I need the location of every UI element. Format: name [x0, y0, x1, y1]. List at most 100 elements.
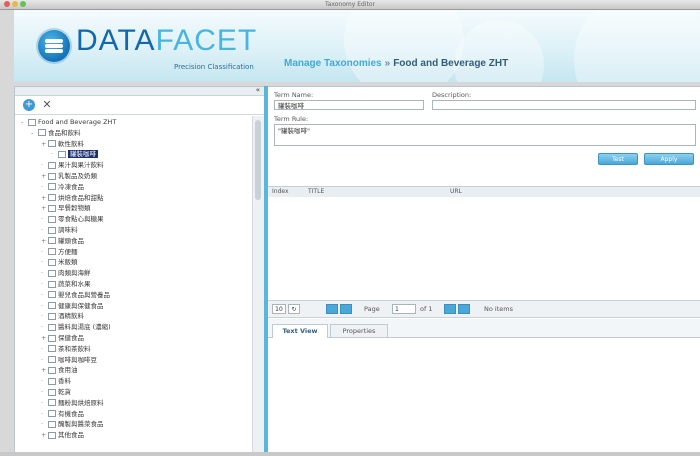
term-node-icon: [48, 204, 56, 212]
tree-item[interactable]: · 醬料與湯底 (濃縮): [41, 322, 111, 332]
tree-line-icon: ·: [41, 312, 44, 321]
column-header-title[interactable]: TITLE: [308, 187, 324, 197]
page-label: Page: [364, 305, 380, 313]
expand-icon[interactable]: +: [41, 365, 47, 375]
tree-item-label: 乳製品及奶類: [58, 172, 97, 180]
tree-line-icon: ·: [41, 323, 44, 332]
tree-line-icon: ·: [41, 215, 44, 224]
tree-item[interactable]: + 罐頭食品: [41, 236, 84, 246]
banner-decoration: [454, 20, 544, 82]
tree-item[interactable]: · 酒精飲料: [41, 311, 84, 321]
tree-item[interactable]: · 蔬菜和水果: [41, 279, 91, 289]
tree-item[interactable]: + 乳製品及奶類: [41, 171, 97, 181]
term-node-icon: [48, 410, 56, 418]
tab-bar: Text View Properties: [268, 319, 700, 338]
breadcrumb-manage-taxonomies-link[interactable]: Manage Taxonomies: [284, 58, 382, 69]
refresh-button[interactable]: ↻: [288, 304, 300, 314]
tree-item[interactable]: · 醃製與醬菜食品: [41, 419, 104, 429]
tree-scrollbar[interactable]: [252, 116, 264, 453]
tree-line-icon: ·: [41, 290, 44, 299]
expand-icon[interactable]: +: [41, 333, 47, 343]
next-page-button[interactable]: [444, 304, 456, 314]
term-node-icon: [48, 161, 56, 169]
tree-item-label: 早餐穀物類: [58, 204, 91, 213]
term-node-icon: [48, 399, 56, 407]
term-node-icon: [48, 366, 56, 374]
page-number-input[interactable]: 1: [392, 304, 416, 314]
tree-line-icon: ·: [51, 150, 54, 159]
expand-icon[interactable]: +: [41, 236, 47, 246]
detail-tabs: Text View Properties: [268, 319, 700, 453]
tree-item[interactable]: · 茶和茶飲料: [41, 344, 91, 354]
tree-scrollbar-thumb[interactable]: [255, 120, 261, 200]
description-input[interactable]: [432, 100, 696, 110]
tab-content: [268, 338, 700, 453]
tab-text-view[interactable]: Text View: [272, 324, 328, 338]
tree-item-label: 咖啡與咖啡豆: [58, 355, 97, 364]
column-header-index[interactable]: Index: [272, 187, 289, 197]
tree-item[interactable]: · 有機食品: [41, 409, 84, 419]
tree-item[interactable]: · 肉類與海鮮: [41, 268, 91, 278]
expand-icon[interactable]: +: [41, 203, 47, 213]
apply-button[interactable]: Apply: [644, 153, 694, 165]
page-count-label: of 1: [420, 305, 433, 313]
brand-logo-text: DATAFACET: [76, 24, 257, 58]
expand-icon[interactable]: +: [41, 171, 47, 181]
first-page-button[interactable]: [326, 304, 338, 314]
page-size-select[interactable]: 10: [272, 304, 286, 314]
expand-icon[interactable]: +: [41, 193, 47, 203]
tree-item-label: 食品和飲料: [48, 128, 81, 137]
tree-item[interactable]: · 果汁與果汁飲料: [41, 160, 104, 170]
test-button[interactable]: Test: [598, 153, 638, 165]
tree-item-selected[interactable]: · 罐裝咖啡: [51, 149, 98, 159]
term-node-icon: [48, 237, 56, 245]
tree-item[interactable]: · 米飯類: [41, 257, 78, 267]
tree-item[interactable]: + 食用油: [41, 365, 78, 375]
tree-item-label: 果汁與果汁飲料: [58, 161, 104, 170]
term-node-icon: [48, 377, 56, 385]
term-node-icon: [48, 431, 56, 439]
tree-item[interactable]: + 烘焙食品和甜點: [41, 193, 104, 203]
tree-item[interactable]: · 嬰兒食品與營養品: [41, 290, 110, 300]
tree-item[interactable]: - 食品和飲料: [31, 128, 81, 138]
delete-term-icon[interactable]: ✕: [41, 99, 53, 111]
tree-item[interactable]: + 軟性飲料: [41, 139, 84, 149]
term-node-icon: [48, 356, 56, 364]
term-node-icon: [48, 420, 56, 428]
tree-item[interactable]: + 其他食品: [41, 430, 84, 440]
tree-item[interactable]: · 調味料: [41, 225, 78, 235]
last-page-button[interactable]: [458, 304, 470, 314]
tree-item-label: 健康與保健食品: [58, 301, 104, 310]
term-rule-input[interactable]: "罐裝咖啡": [274, 124, 696, 146]
collapse-panel-icon[interactable]: «: [256, 86, 260, 94]
tree-item[interactable]: · 健康與保健食品: [41, 301, 104, 311]
taxonomy-tree: - Food and Beverage ZHT - 食品和飲料 + 軟性飲料 · 罐裝咖啡 · 果…: [15, 116, 251, 453]
expand-icon[interactable]: +: [41, 430, 47, 440]
tree-item[interactable]: · 冷凍食品: [41, 182, 84, 192]
term-node-icon: [48, 194, 56, 202]
breadcrumb: Manage Taxonomies» Food and Beverage ZHT: [284, 58, 508, 69]
add-term-icon[interactable]: +: [23, 99, 35, 111]
term-name-input[interactable]: 罐裝咖啡: [274, 100, 424, 110]
tree-line-icon: ·: [41, 161, 44, 170]
tree-item[interactable]: · 零食點心與糖果: [41, 214, 104, 224]
collapse-icon[interactable]: -: [21, 117, 27, 127]
column-header-url[interactable]: URL: [450, 187, 462, 197]
expand-icon[interactable]: +: [41, 139, 47, 149]
prev-page-button[interactable]: [340, 304, 352, 314]
term-node-icon: [48, 183, 56, 191]
tree-item[interactable]: · 乾貨: [41, 387, 71, 397]
tree-item[interactable]: · 香料: [41, 376, 71, 386]
tree-line-icon: ·: [41, 226, 44, 234]
tree-item[interactable]: · 方便麵: [41, 247, 78, 257]
tree-item[interactable]: · 麵粉與烘焙原料: [41, 398, 104, 408]
term-node-icon: [48, 345, 56, 353]
collapse-icon[interactable]: -: [31, 128, 37, 138]
breadcrumb-separator: »: [384, 58, 391, 69]
tree-item[interactable]: + 早餐穀物類: [41, 203, 91, 213]
results-pager: 10 ↻ Page 1 of 1 No items: [268, 300, 700, 318]
tree-root-item[interactable]: - Food and Beverage ZHT: [21, 117, 116, 127]
tree-item[interactable]: · 咖啡與咖啡豆: [41, 355, 97, 365]
tab-properties[interactable]: Properties: [330, 324, 388, 337]
tree-item[interactable]: + 保健食品: [41, 333, 84, 343]
